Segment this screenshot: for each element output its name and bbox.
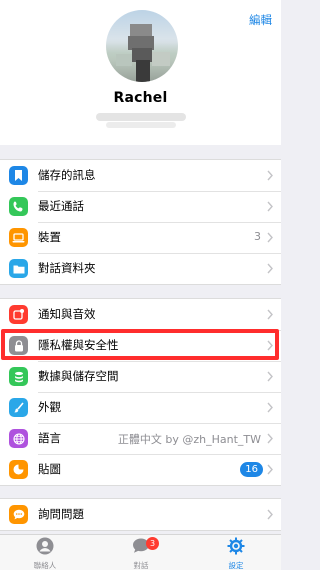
settings-item-label: 通知與音效	[38, 307, 96, 321]
settings-item-ask-question[interactable]: 詢問問題	[0, 499, 281, 530]
settings-item-stickers[interactable]: 貼圖 16	[0, 454, 281, 485]
settings-group-2: 通知與音效 隱私權與安全性 數據與儲存空間 外觀 語言 正體中文 by @zh_…	[0, 298, 281, 486]
settings-item-recent-calls[interactable]: 最近通話	[0, 191, 281, 222]
database-icon	[9, 367, 28, 386]
devices-count: 3	[254, 230, 261, 243]
tab-label: 設定	[228, 561, 244, 570]
chevron-right-icon	[267, 263, 273, 274]
settings-group-1: 儲存的訊息 最近通話 裝置 3 對話資料夾	[0, 159, 281, 285]
tab-chats[interactable]: 3 對話	[106, 537, 176, 570]
chevron-right-icon	[267, 509, 273, 520]
settings-item-notifications[interactable]: 通知與音效	[0, 299, 281, 330]
settings-item-data-storage[interactable]: 數據與儲存空間	[0, 361, 281, 392]
settings-group-3: 詢問問題	[0, 498, 281, 531]
globe-icon	[9, 429, 28, 448]
avatar[interactable]	[106, 10, 178, 82]
tab-contacts[interactable]: 聯絡人	[10, 537, 80, 570]
settings-item-label: 裝置	[38, 230, 61, 244]
settings-item-saved-messages[interactable]: 儲存的訊息	[0, 160, 281, 191]
chevron-right-icon	[267, 170, 273, 181]
tab-settings[interactable]: 設定	[201, 537, 271, 570]
chevron-right-icon	[267, 464, 273, 475]
settings-item-label: 外觀	[38, 400, 61, 414]
chevron-right-icon	[267, 340, 273, 351]
tab-label: 聯絡人	[33, 561, 57, 570]
settings-item-label: 隱私權與安全性	[38, 338, 119, 352]
chats-unread-badge: 3	[146, 537, 159, 550]
chevron-right-icon	[267, 309, 273, 320]
edit-button[interactable]: 編輯	[249, 12, 272, 28]
settings-item-label: 語言	[38, 431, 61, 445]
language-value: 正體中文 by @zh_Hant_TW	[117, 433, 261, 446]
settings-item-label: 詢問問題	[38, 507, 84, 521]
contacts-icon	[36, 537, 54, 555]
chevron-right-icon	[267, 371, 273, 382]
phone-icon	[9, 197, 28, 216]
phone-number-redacted	[96, 113, 186, 128]
bookmark-icon	[9, 166, 28, 185]
tab-label: 對話	[133, 561, 149, 570]
chat-icon	[9, 505, 28, 524]
lock-icon	[9, 336, 28, 355]
chevron-right-icon	[267, 201, 273, 212]
settings-icon	[227, 537, 245, 555]
settings-item-label: 最近通話	[38, 199, 84, 213]
folder-icon	[9, 259, 28, 278]
settings-item-chat-folders[interactable]: 對話資料夾	[0, 253, 281, 284]
settings-item-label: 數據與儲存空間	[38, 369, 119, 383]
settings-item-devices[interactable]: 裝置 3	[0, 222, 281, 253]
notification-icon	[9, 305, 28, 324]
settings-item-privacy-security[interactable]: 隱私權與安全性	[0, 330, 281, 361]
settings-item-language[interactable]: 語言 正體中文 by @zh_Hant_TW	[0, 423, 281, 454]
chevron-right-icon	[267, 433, 273, 444]
chevron-right-icon	[267, 232, 273, 243]
stickers-badge: 16	[240, 462, 263, 477]
brush-icon	[9, 398, 28, 417]
tab-bar: 聯絡人 3 對話 設定	[0, 534, 281, 570]
settings-item-label: 對話資料夾	[38, 261, 96, 275]
profile-name: Rachel	[113, 90, 168, 106]
settings-item-label: 貼圖	[38, 462, 61, 476]
sticker-icon	[9, 460, 28, 479]
settings-item-label: 儲存的訊息	[38, 168, 96, 182]
settings-item-appearance[interactable]: 外觀	[0, 392, 281, 423]
laptop-icon	[9, 228, 28, 247]
chevron-right-icon	[267, 402, 273, 413]
profile-header: 編輯 Rachel	[0, 0, 281, 145]
